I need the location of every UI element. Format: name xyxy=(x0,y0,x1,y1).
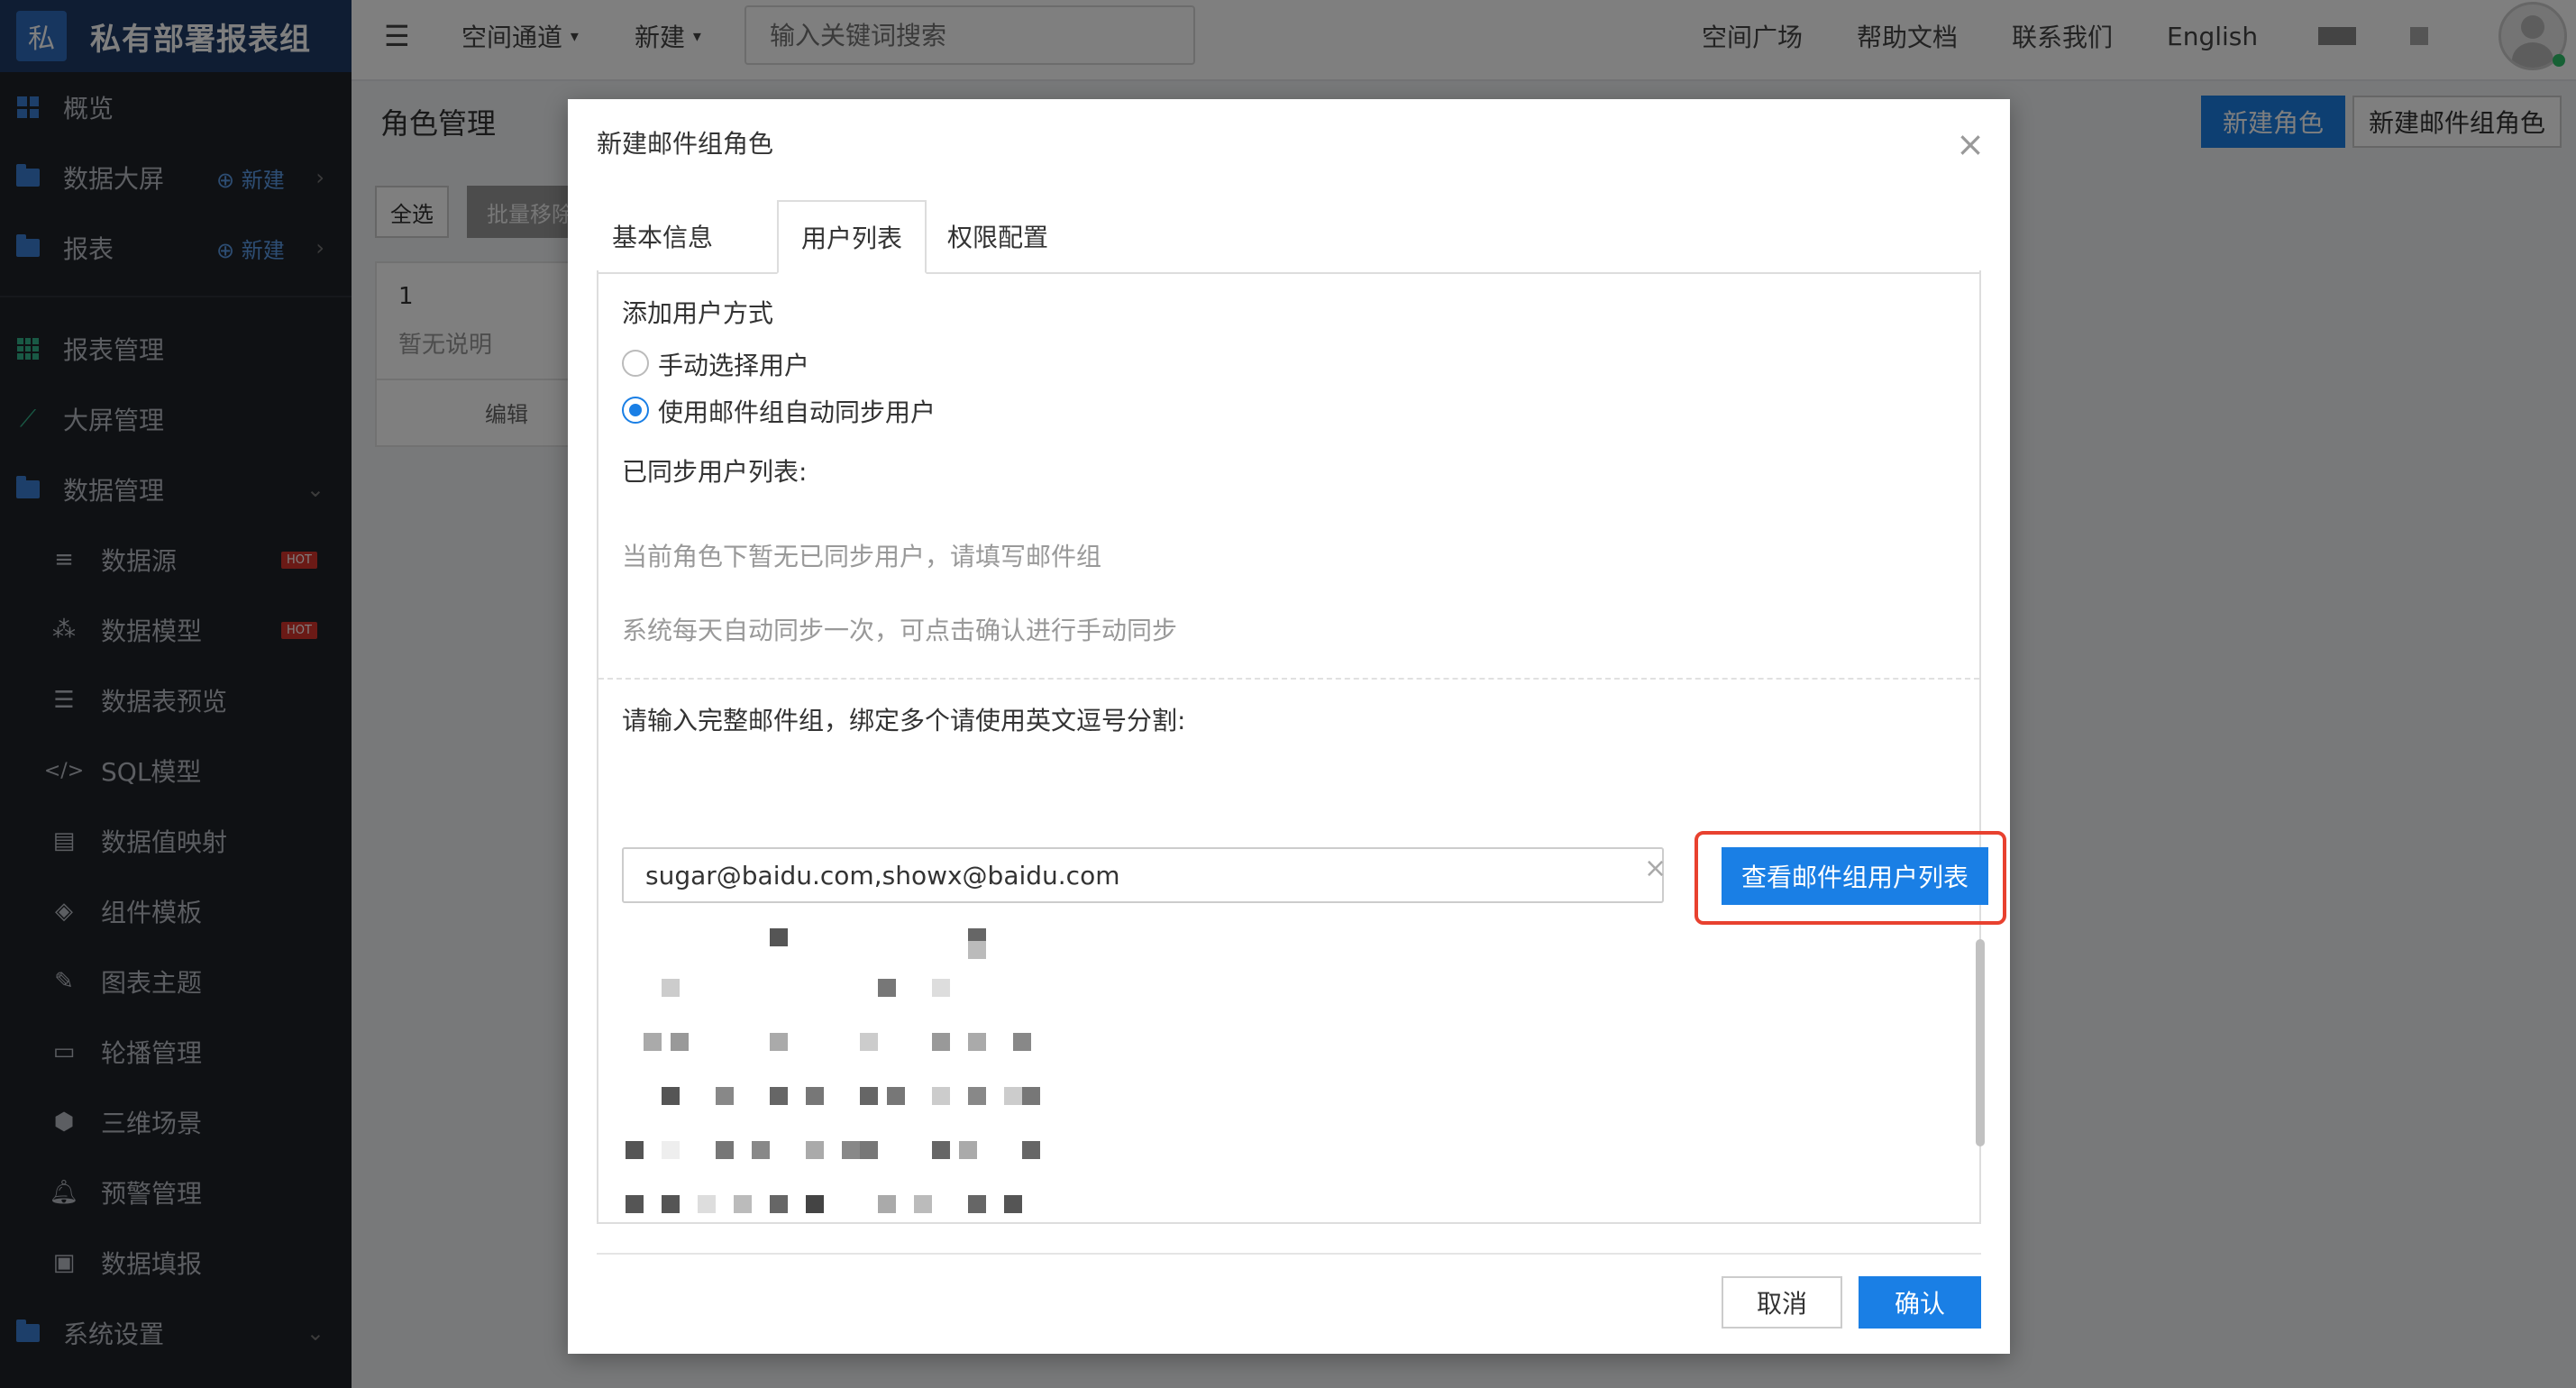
tab-user-list[interactable]: 用户列表 xyxy=(777,200,927,274)
radio-manual-select[interactable] xyxy=(622,350,649,377)
synced-users-label: 已同步用户列表: xyxy=(622,457,808,487)
redacted-pixel xyxy=(932,979,950,997)
redacted-pixel xyxy=(968,1087,986,1105)
redacted-pixel xyxy=(716,1087,734,1105)
footer-divider xyxy=(597,1253,1981,1255)
redacted-pixel xyxy=(1004,1087,1022,1105)
redacted-pixel xyxy=(932,1141,950,1159)
radio-email-label[interactable]: 使用邮件组自动同步用户 xyxy=(658,393,936,429)
new-email-role-modal: 新建邮件组角色 × 基本信息 用户列表 权限配置 添加用户方式 手动选择用户 使… xyxy=(568,99,2010,1354)
pixelated-user-list xyxy=(598,928,1969,1217)
redacted-pixel xyxy=(860,1033,878,1051)
tab-basic-info[interactable]: 基本信息 xyxy=(597,200,728,272)
redacted-pixel xyxy=(662,1195,680,1213)
redacted-pixel xyxy=(662,1141,680,1159)
redacted-pixel xyxy=(770,928,788,946)
redacted-pixel xyxy=(806,1141,824,1159)
user-list-scrollbar[interactable] xyxy=(1976,939,1985,1146)
add-method-label: 添加用户方式 xyxy=(622,298,774,328)
tab-permissions[interactable]: 权限配置 xyxy=(928,200,1067,272)
redacted-pixel xyxy=(968,941,986,959)
redacted-pixel xyxy=(1004,1195,1022,1213)
redacted-pixel xyxy=(644,1033,662,1051)
redacted-pixel xyxy=(671,1033,689,1051)
redacted-pixel xyxy=(1013,1033,1031,1051)
user-list-panel: 添加用户方式 手动选择用户 使用邮件组自动同步用户 已同步用户列表: 当前角色下… xyxy=(597,270,2006,1224)
redacted-pixel xyxy=(959,1141,977,1159)
clear-input-icon[interactable]: × xyxy=(1644,853,1667,884)
auto-sync-hint: 系统每天自动同步一次，可点击确认进行手动同步 xyxy=(622,616,1178,645)
close-icon[interactable]: × xyxy=(1956,117,1985,171)
redacted-pixel xyxy=(968,1033,986,1051)
redacted-pixel xyxy=(734,1195,752,1213)
redacted-pixel xyxy=(860,1141,878,1159)
redacted-pixel xyxy=(1022,1087,1040,1105)
redacted-pixel xyxy=(698,1195,716,1213)
redacted-pixel xyxy=(626,1141,644,1159)
redacted-pixel xyxy=(752,1141,770,1159)
redacted-pixel xyxy=(932,1033,950,1051)
redacted-pixel xyxy=(770,1033,788,1051)
divider xyxy=(598,678,1979,680)
email-group-input[interactable] xyxy=(622,847,1664,903)
no-synced-users-hint: 当前角色下暂无已同步用户，请填写邮件组 xyxy=(622,542,1102,571)
radio-email-sync[interactable] xyxy=(622,397,649,424)
redacted-pixel xyxy=(878,1195,896,1213)
redacted-pixel xyxy=(716,1141,734,1159)
redacted-pixel xyxy=(806,1195,824,1213)
email-group-label: 请输入完整邮件组，绑定多个请使用英文逗号分割: xyxy=(622,706,1186,735)
modal-title: 新建邮件组角色 xyxy=(597,129,774,159)
highlight-box xyxy=(1694,831,2006,925)
redacted-pixel xyxy=(914,1195,932,1213)
redacted-pixel xyxy=(770,1195,788,1213)
redacted-pixel xyxy=(842,1141,860,1159)
redacted-pixel xyxy=(1022,1141,1040,1159)
redacted-pixel xyxy=(662,979,680,997)
redacted-pixel xyxy=(887,1087,905,1105)
radio-manual-label[interactable]: 手动选择用户 xyxy=(658,346,809,382)
modal-tabs: 基本信息 用户列表 权限配置 xyxy=(597,200,1981,274)
redacted-pixel xyxy=(662,1087,680,1105)
redacted-pixel xyxy=(770,1087,788,1105)
redacted-pixel xyxy=(968,1195,986,1213)
redacted-pixel xyxy=(626,1195,644,1213)
redacted-pixel xyxy=(878,979,896,997)
redacted-pixel xyxy=(860,1087,878,1105)
cancel-button[interactable]: 取消 xyxy=(1722,1276,1842,1329)
redacted-pixel xyxy=(932,1087,950,1105)
redacted-pixel xyxy=(806,1087,824,1105)
confirm-button[interactable]: 确认 xyxy=(1859,1276,1981,1329)
